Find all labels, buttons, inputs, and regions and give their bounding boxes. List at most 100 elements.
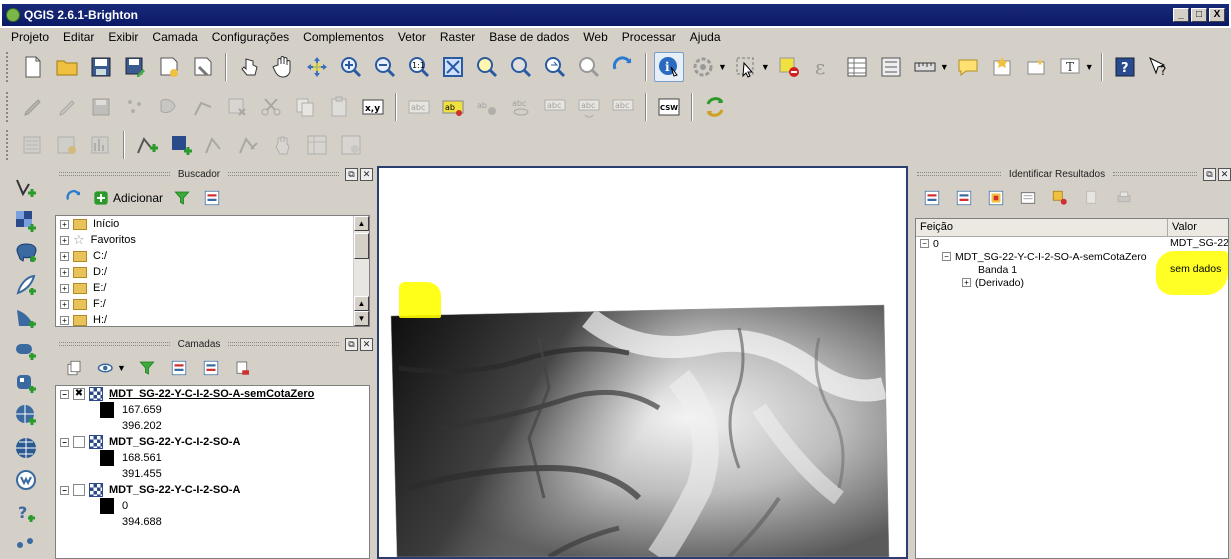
menu-configuracoes[interactable]: Configurações xyxy=(205,30,296,44)
add-raster-layer-icon[interactable] xyxy=(10,206,42,234)
pan-to-selection-icon[interactable] xyxy=(302,52,332,82)
expand-icon[interactable]: + xyxy=(962,278,971,287)
result-row[interactable]: − MDT_SG-22-Y-C-I-2-SO-A-semCotaZero xyxy=(916,250,1228,263)
layer-visibility-checkbox[interactable] xyxy=(73,436,85,448)
new-spatialite-layer-icon[interactable] xyxy=(166,130,196,160)
float-panel-icon[interactable]: ⧉ xyxy=(345,167,358,181)
raster-histogram-icon[interactable] xyxy=(86,130,116,160)
add-wms-layer-icon[interactable] xyxy=(10,401,42,429)
refresh-icon[interactable] xyxy=(63,187,85,209)
collapse-icon[interactable]: − xyxy=(942,252,951,261)
save-edits-icon[interactable] xyxy=(86,92,116,122)
cut-features-icon[interactable] xyxy=(256,92,286,122)
add-mssql-layer-icon[interactable] xyxy=(10,304,42,332)
new-print-composer-icon[interactable] xyxy=(154,52,184,82)
zoom-in-icon[interactable] xyxy=(336,52,366,82)
close-panel-icon[interactable]: ✕ xyxy=(1218,167,1231,181)
menu-processar[interactable]: Processar xyxy=(615,30,683,44)
tree-item-f-drive[interactable]: + F:/ xyxy=(56,296,369,312)
hand-tool-icon[interactable] xyxy=(268,130,298,160)
zoom-to-selection-icon[interactable] xyxy=(472,52,502,82)
measure-line-icon[interactable] xyxy=(910,52,940,82)
select-features-icon[interactable] xyxy=(731,52,761,82)
expand-icon[interactable]: + xyxy=(60,235,69,245)
menu-ajuda[interactable]: Ajuda xyxy=(683,30,728,44)
text-annotation-icon[interactable]: T xyxy=(1055,52,1085,82)
menu-base-de-dados[interactable]: Base de dados xyxy=(482,30,576,44)
scroll-down-icon[interactable]: ▼ xyxy=(354,311,369,326)
menu-exibir[interactable]: Exibir xyxy=(101,30,145,44)
scroll-up-icon[interactable]: ▲ xyxy=(354,216,369,231)
label-layer-icon[interactable]: abc xyxy=(404,92,434,122)
attribute-table-icon[interactable] xyxy=(842,52,872,82)
delete-selected-icon[interactable] xyxy=(222,92,252,122)
open-form-icon[interactable] xyxy=(1017,187,1039,209)
browser-scrollbar[interactable]: ▲ ▲ ▼ xyxy=(353,216,369,326)
scroll-thumb[interactable] xyxy=(354,233,369,259)
composer-manager-icon[interactable] xyxy=(188,52,218,82)
close-panel-icon[interactable]: ✕ xyxy=(360,167,373,181)
menu-complementos[interactable]: Complementos xyxy=(296,30,391,44)
menu-web[interactable]: Web xyxy=(576,30,614,44)
paste-features-icon[interactable] xyxy=(324,92,354,122)
zoom-next-icon[interactable] xyxy=(574,52,604,82)
georef-icon[interactable] xyxy=(336,130,366,160)
raster-calc-icon[interactable] xyxy=(18,130,48,160)
csw-icon[interactable]: CSW xyxy=(654,92,684,122)
tree-item-e-drive[interactable]: + E:/ xyxy=(56,280,369,296)
layer-item[interactable]: − MDT_SG-22-Y-C-I-2-SO-A xyxy=(56,482,369,498)
close-panel-icon[interactable]: ✕ xyxy=(360,337,373,351)
collapse-all-icon[interactable] xyxy=(201,187,223,209)
node-tool-icon[interactable] xyxy=(188,92,218,122)
float-panel-icon[interactable]: ⧉ xyxy=(345,337,358,351)
expand-new-results-icon[interactable] xyxy=(985,187,1007,209)
tree-item-c-drive[interactable]: + C:/ xyxy=(56,248,369,264)
maximize-button[interactable]: □ xyxy=(1191,8,1207,22)
expand-all-icon[interactable] xyxy=(168,357,190,379)
pan-map-icon[interactable] xyxy=(268,52,298,82)
refresh-icon[interactable] xyxy=(608,52,638,82)
dropdown-arrow-icon[interactable]: ▼ xyxy=(718,62,727,72)
menu-camada[interactable]: Camada xyxy=(145,30,204,44)
result-row[interactable]: Banda 1 sem dados xyxy=(916,263,1228,276)
raster-stats-icon[interactable] xyxy=(52,130,82,160)
collapse-icon[interactable]: − xyxy=(60,437,69,447)
zoom-out-icon[interactable] xyxy=(370,52,400,82)
tree-item-h-drive[interactable]: + H:/ xyxy=(56,312,369,326)
zoom-actual-size-icon[interactable]: 1:1 xyxy=(404,52,434,82)
new-project-icon[interactable] xyxy=(18,52,48,82)
clear-results-icon[interactable] xyxy=(1049,187,1071,209)
map-tips-icon[interactable] xyxy=(953,52,983,82)
copy-features-icon[interactable] xyxy=(290,92,320,122)
label-show-hide-icon[interactable]: abc xyxy=(506,92,536,122)
new-temp-layer-icon[interactable] xyxy=(200,130,230,160)
deselect-features-icon[interactable] xyxy=(774,52,804,82)
map-canvas[interactable] xyxy=(377,166,908,559)
menu-raster[interactable]: Raster xyxy=(433,30,482,44)
manage-visibility-icon[interactable] xyxy=(95,357,117,379)
run-feature-action-icon[interactable] xyxy=(688,52,718,82)
label-move-icon[interactable]: abc xyxy=(540,92,570,122)
filter-table-icon[interactable] xyxy=(302,130,332,160)
show-bookmarks-icon[interactable] xyxy=(1021,52,1051,82)
add-group-icon[interactable] xyxy=(63,357,85,379)
tree-item-d-drive[interactable]: + D:/ xyxy=(56,264,369,280)
print-results-icon[interactable] xyxy=(1113,187,1135,209)
layer-item[interactable]: − ✖ MDT_SG-22-Y-C-I-2-SO-A-semCotaZero xyxy=(56,386,369,402)
save-project-icon[interactable] xyxy=(86,52,116,82)
column-header-value[interactable]: Valor xyxy=(1168,219,1228,236)
expand-icon[interactable]: + xyxy=(60,251,69,261)
save-as-icon[interactable] xyxy=(120,52,150,82)
column-header-feature[interactable]: Feição xyxy=(916,219,1168,236)
add-db2-layer-icon[interactable] xyxy=(10,369,42,397)
filter-legend-icon[interactable] xyxy=(136,357,158,379)
open-project-icon[interactable] xyxy=(52,52,82,82)
label-properties-icon[interactable]: abc xyxy=(608,92,638,122)
layer-visibility-checkbox[interactable]: ✖ xyxy=(73,388,85,400)
identify-features-icon[interactable]: i xyxy=(654,52,684,82)
expand-icon[interactable]: + xyxy=(60,283,69,293)
label-pin-icon[interactable]: ab xyxy=(438,92,468,122)
close-button[interactable]: X xyxy=(1209,8,1225,22)
layer-visibility-checkbox[interactable] xyxy=(73,484,85,496)
move-feature-icon[interactable] xyxy=(154,92,184,122)
